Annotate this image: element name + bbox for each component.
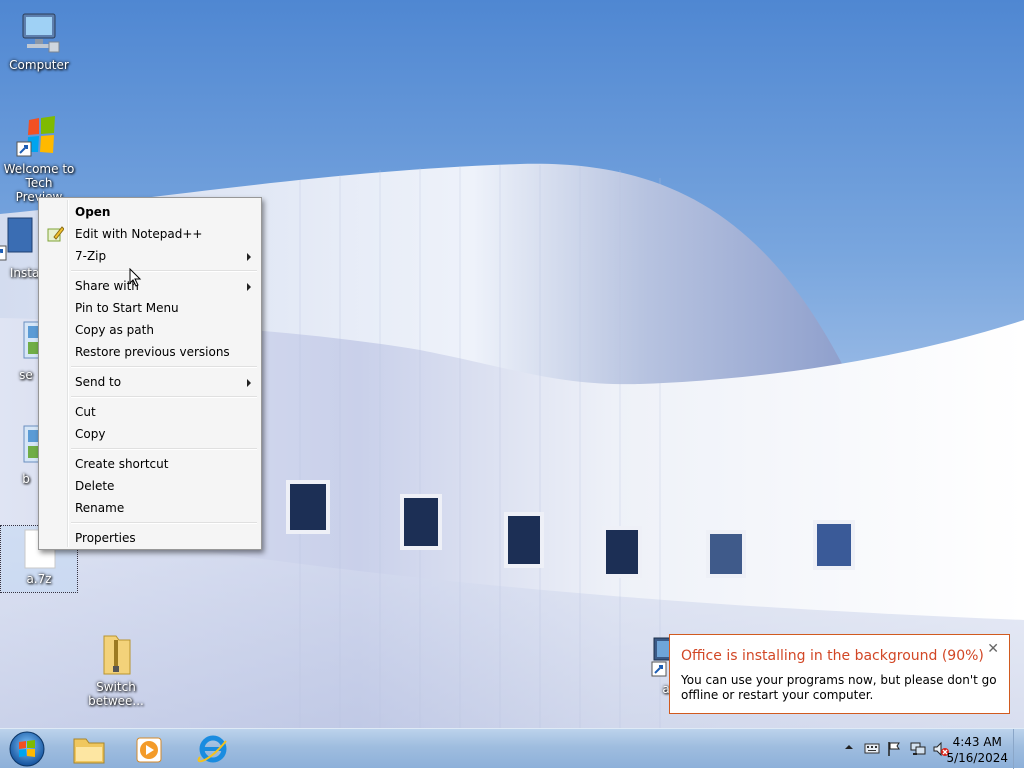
file-explorer-icon — [73, 738, 105, 764]
menu-item-label: Send to — [75, 375, 122, 389]
menu-item-label: Copy — [75, 427, 106, 441]
menu-item-share-with[interactable]: Share with — [41, 275, 259, 297]
desktop[interactable]: Computer Welcome to Tech Preview Install… — [0, 0, 1024, 728]
clock-date: 5/16/2024 — [946, 751, 1008, 765]
installer-icon — [0, 217, 33, 261]
desktop-icon-switch[interactable]: Switch betwee... — [78, 628, 154, 708]
menu-item-label: Open — [75, 205, 111, 219]
windows-logo-icon — [16, 116, 55, 157]
menu-item-7zip[interactable]: 7-Zip — [41, 245, 259, 267]
menu-item-pin-start[interactable]: Pin to Start Menu — [41, 297, 259, 319]
menu-item-label: Copy as path — [75, 323, 154, 337]
desktop-icon-welcome[interactable]: Welcome to Tech Preview — [1, 112, 77, 204]
keyboard-icon[interactable] — [864, 741, 880, 755]
menu-item-edit-notepadpp[interactable]: Edit with Notepad++ — [41, 223, 259, 245]
menu-item-label: Cut — [75, 405, 96, 419]
desktop-icon-label: a.7z — [26, 572, 52, 586]
network-icon[interactable] — [909, 741, 927, 757]
start-orb-icon — [9, 731, 45, 767]
mouse-cursor-icon — [129, 268, 142, 287]
menu-item-rename[interactable]: Rename — [41, 497, 259, 519]
computer-icon — [22, 13, 60, 53]
menu-item-label: Restore previous versions — [75, 345, 230, 359]
menu-item-restore-versions[interactable]: Restore previous versions — [41, 341, 259, 363]
clock-time: 4:43 AM — [952, 735, 1002, 749]
taskbar-media-player-button[interactable] — [120, 729, 178, 769]
menu-item-open[interactable]: Open — [41, 201, 259, 223]
submenu-arrow-icon — [247, 253, 251, 261]
menu-item-label: Pin to Start Menu — [75, 301, 179, 315]
taskbar-ie-button[interactable] — [184, 729, 242, 769]
menu-separator — [71, 448, 257, 450]
action-center-flag-icon[interactable] — [886, 741, 902, 757]
menu-item-properties[interactable]: Properties — [41, 527, 259, 549]
menu-separator — [71, 366, 257, 368]
office-install-notification[interactable]: Office is installing in the background (… — [669, 634, 1010, 714]
menu-item-label: Edit with Notepad++ — [75, 227, 203, 241]
menu-item-label: Delete — [75, 479, 115, 493]
menu-item-label: Rename — [75, 501, 125, 515]
notification-title: Office is installing in the background (… — [681, 648, 984, 664]
media-player-icon — [136, 737, 162, 763]
system-tray: 4:43 AM 5/16/2024 — [814, 729, 1024, 769]
zip-folder-icon — [103, 635, 131, 675]
taskbar-explorer-button[interactable] — [60, 729, 118, 769]
show-hidden-icons[interactable] — [844, 741, 854, 753]
menu-item-label: Create shortcut — [75, 457, 169, 471]
menu-separator — [71, 270, 257, 272]
submenu-arrow-icon — [247, 379, 251, 387]
show-desktop-button[interactable] — [1013, 729, 1024, 769]
notepadpp-icon — [47, 226, 64, 242]
desktop-icon-label: Switch betwee... — [88, 680, 144, 708]
menu-item-copy[interactable]: Copy — [41, 423, 259, 445]
menu-item-send-to[interactable]: Send to — [41, 371, 259, 393]
notification-body: You can use your programs now, but pleas… — [681, 673, 997, 702]
system-clock[interactable]: 4:43 AM 5/16/2024 — [946, 734, 1008, 766]
menu-item-label: Properties — [75, 531, 136, 545]
menu-item-copy-as-path[interactable]: Copy as path — [41, 319, 259, 341]
context-menu: Open Edit with Notepad++ 7-Zip Share wit… — [38, 197, 262, 550]
menu-item-create-shortcut[interactable]: Create shortcut — [41, 453, 259, 475]
menu-item-delete[interactable]: Delete — [41, 475, 259, 497]
start-button[interactable] — [2, 729, 52, 769]
desktop-icon-computer[interactable]: Computer — [1, 8, 77, 72]
submenu-arrow-icon — [247, 283, 251, 291]
close-icon[interactable]: ✕ — [987, 641, 999, 657]
menu-separator — [71, 522, 257, 524]
taskbar: 4:43 AM 5/16/2024 — [0, 728, 1024, 769]
menu-item-cut[interactable]: Cut — [41, 401, 259, 423]
internet-explorer-icon — [197, 735, 227, 763]
desktop-icon-label: Computer — [9, 58, 69, 72]
menu-separator — [71, 396, 257, 398]
menu-item-label: 7-Zip — [75, 249, 107, 263]
